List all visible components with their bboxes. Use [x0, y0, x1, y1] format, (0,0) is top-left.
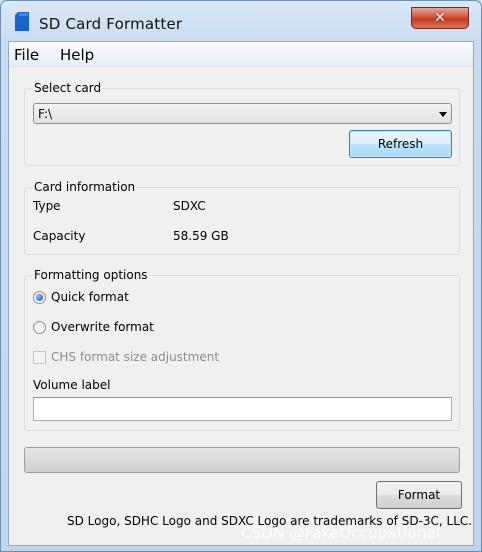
close-icon: ✕ [434, 10, 446, 26]
capacity-label: Capacity [33, 229, 86, 243]
volume-label-title: Volume label [33, 378, 111, 392]
refresh-button-label: Refresh [377, 137, 424, 151]
chs-adjustment-label: CHS format size adjustment [51, 350, 220, 364]
progress-bar [24, 447, 460, 473]
card-information-label: Card information [33, 180, 137, 194]
capacity-value: 58.59 GB [173, 229, 229, 243]
menu-help[interactable]: Help [60, 46, 94, 64]
client-area: File Help Select card F:\ Refresh Card i… [8, 41, 474, 546]
format-button-label: Format [397, 488, 441, 502]
formatting-options-group: Formatting options Quick format Overwrit… [24, 268, 460, 431]
card-information-group: Card information Type SDXC Capacity 58.5… [24, 180, 460, 255]
overwrite-format-label[interactable]: Overwrite format [51, 320, 154, 334]
menu-file[interactable]: File [14, 46, 39, 64]
window-title: SD Card Formatter [39, 15, 183, 33]
menu-bar: File Help [9, 42, 473, 67]
format-button[interactable]: Format [376, 481, 462, 509]
card-select-value: F:\ [38, 107, 53, 121]
main-window: SD Card Formatter ✕ File Help Select car… [0, 0, 482, 552]
quick-format-label[interactable]: Quick format [51, 290, 129, 304]
overwrite-format-radio[interactable] [33, 321, 46, 334]
refresh-button[interactable]: Refresh [349, 130, 452, 158]
watermark-text: CSDN @FakeOccupational [241, 524, 441, 542]
sd-card-icon [15, 12, 29, 31]
type-value: SDXC [173, 199, 206, 213]
quick-format-radio[interactable] [33, 291, 46, 304]
select-card-label: Select card [33, 81, 103, 95]
formatting-options-label: Formatting options [33, 268, 149, 282]
chevron-down-icon [439, 112, 447, 117]
volume-label-input[interactable] [33, 397, 452, 421]
chs-adjustment-checkbox[interactable] [33, 351, 46, 364]
select-card-group: Select card F:\ Refresh [24, 81, 460, 166]
close-button[interactable]: ✕ [411, 7, 469, 29]
radio-selected-dot [36, 294, 43, 301]
title-bar[interactable]: SD Card Formatter ✕ [1, 1, 481, 41]
card-select[interactable]: F:\ [33, 103, 452, 124]
type-label: Type [33, 199, 61, 213]
